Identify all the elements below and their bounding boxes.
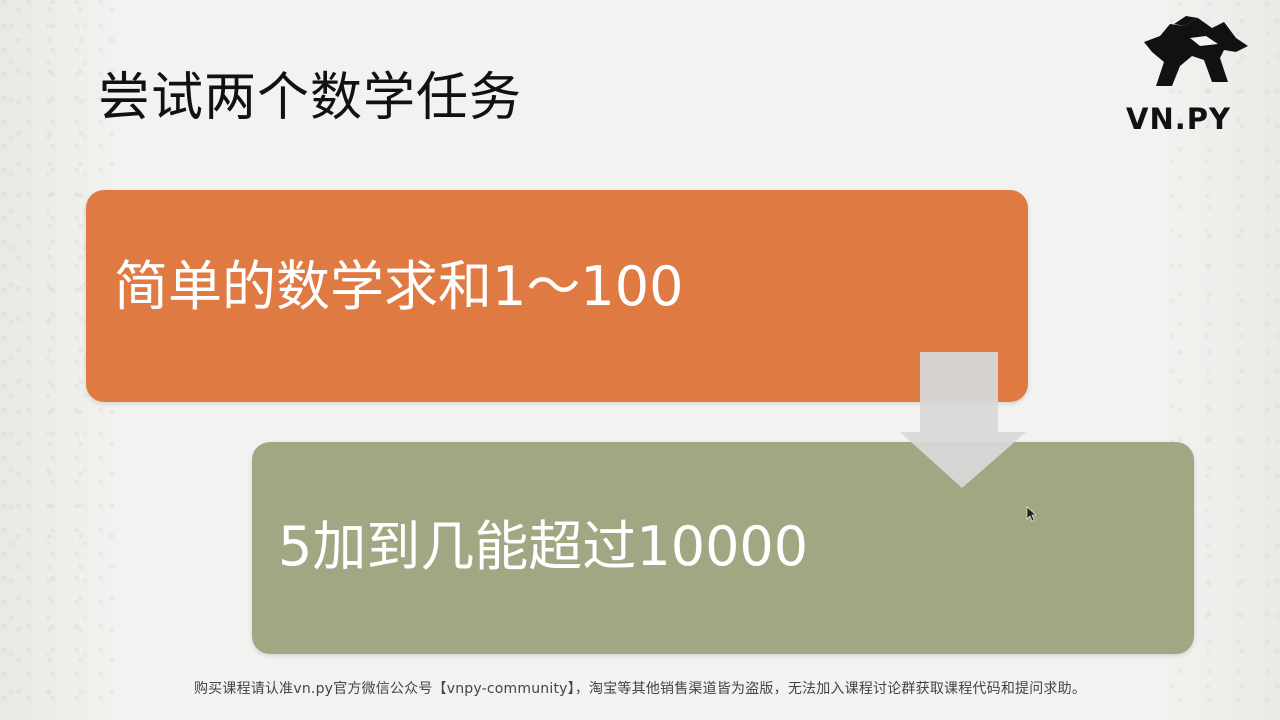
footer-notice: 购买课程请认准vn.py官方微信公众号【vnpy-community】，淘宝等其… [193,681,1087,697]
presentation-slide: 尝试两个数学任务 VN.PY 简单的数学求和1～100 5加到几能超过10000… [0,0,1280,720]
down-arrow-icon [900,352,1026,488]
task-box-threshold: 5加到几能超过10000 [252,442,1194,654]
horse-logo-icon [1144,16,1248,86]
vnpy-logo: VN.PY [1120,10,1260,136]
mouse-cursor-icon [1026,506,1036,522]
task-text-threshold: 5加到几能超过10000 [278,515,809,578]
task-text-sum: 简单的数学求和1～100 [114,255,684,318]
slide-title: 尝试两个数学任务 [98,68,523,128]
task-box-sum: 简单的数学求和1～100 [86,190,1028,402]
logo-text: VN.PY [1126,102,1231,136]
